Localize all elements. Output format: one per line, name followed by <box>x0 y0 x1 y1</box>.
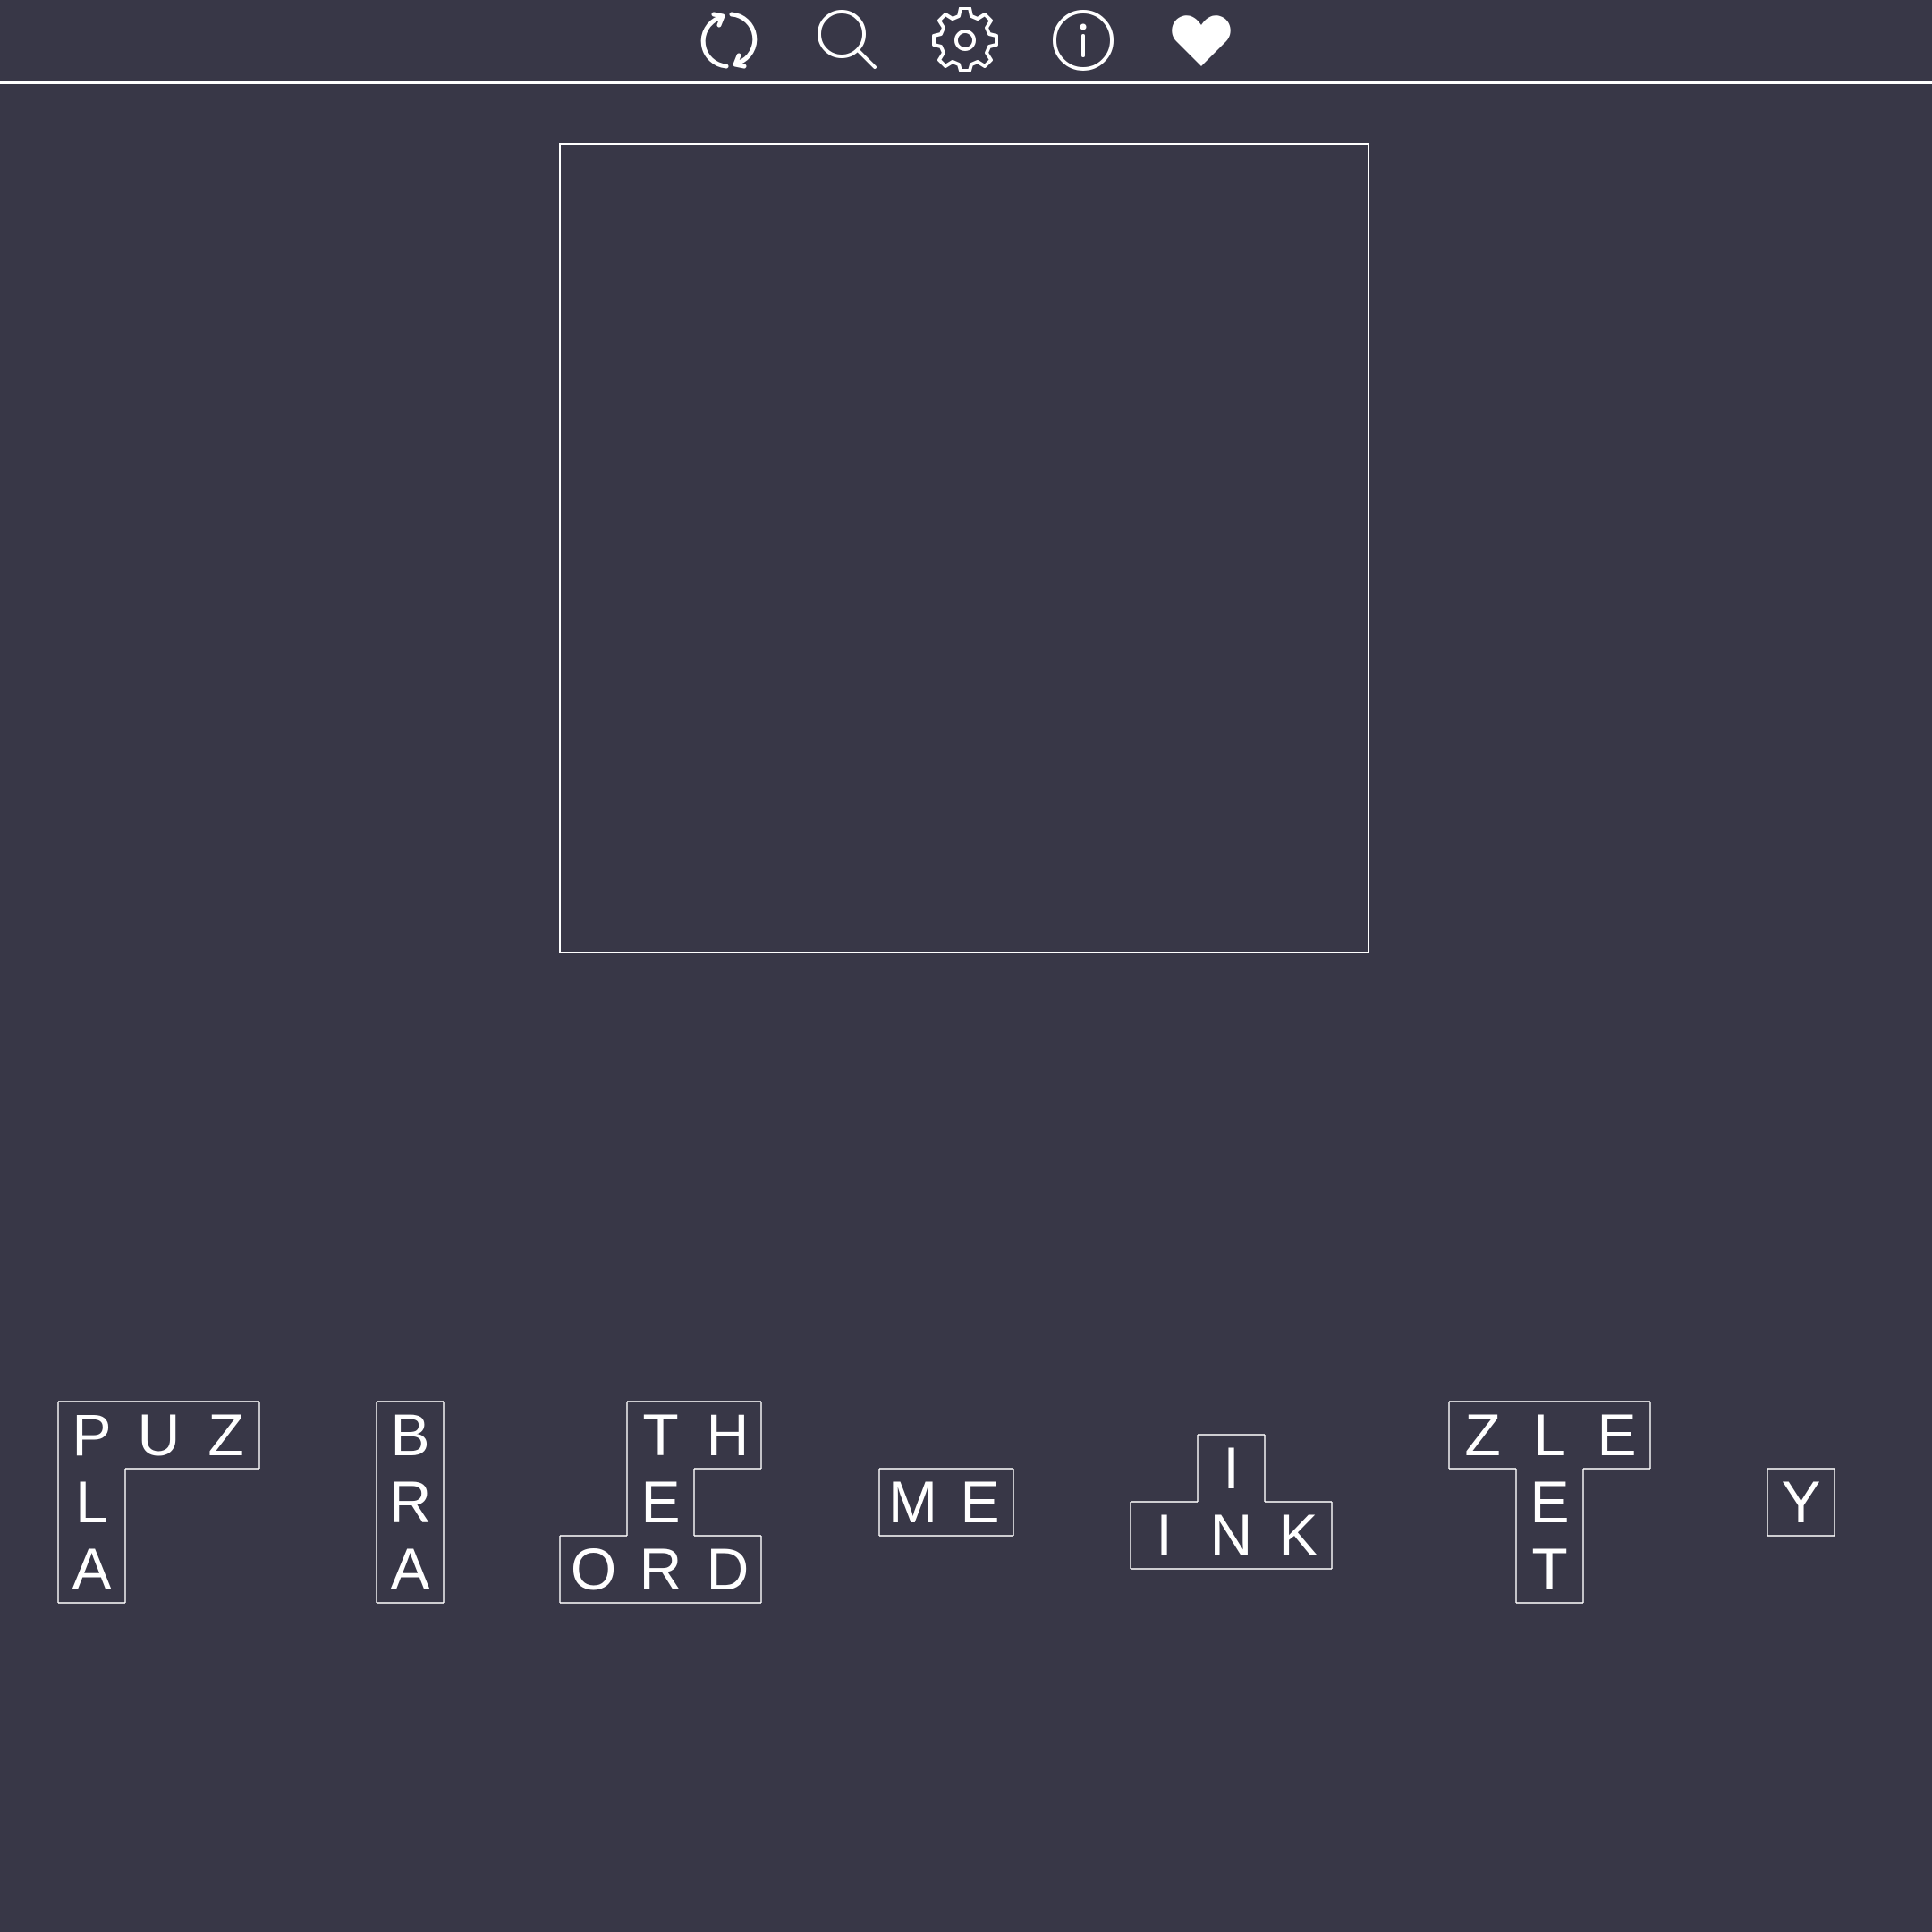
settings-button[interactable] <box>932 7 998 73</box>
puzzle-piece[interactable]: Y <box>1767 1468 1835 1537</box>
letter-tile: A <box>390 1536 430 1602</box>
letter-tile: I <box>1156 1502 1173 1568</box>
letter-tile: E <box>1597 1402 1637 1468</box>
gear-icon <box>932 7 998 72</box>
letter-tile: D <box>706 1536 750 1602</box>
letter-tile: Z <box>1464 1402 1501 1468</box>
letter-tile: M <box>888 1469 937 1535</box>
letter-tile: R <box>388 1469 432 1535</box>
heart-icon <box>1172 15 1231 66</box>
letter-tile: H <box>706 1402 750 1468</box>
letter-tile: I <box>1223 1435 1240 1501</box>
letter-tile: T <box>1531 1536 1568 1602</box>
letter-tile: R <box>639 1536 682 1602</box>
letter-tile: O <box>570 1536 617 1602</box>
puzzle-piece[interactable]: IINK <box>1130 1434 1333 1570</box>
letter-tile: E <box>640 1469 681 1535</box>
letter-tile: T <box>642 1402 679 1468</box>
favorite-button[interactable] <box>1168 7 1234 73</box>
puzzle-piece[interactable]: THEORD <box>559 1401 762 1604</box>
puzzle-board[interactable] <box>559 143 1369 953</box>
restart-icon <box>700 12 758 69</box>
letter-tile: K <box>1278 1502 1318 1568</box>
letter-tile: B <box>390 1402 430 1468</box>
letter-tile: L <box>1533 1402 1566 1468</box>
info-icon <box>1053 10 1114 71</box>
puzzle-piece[interactable]: ZLEET <box>1448 1401 1651 1604</box>
toolbar <box>0 0 1932 84</box>
letter-tile: N <box>1209 1502 1253 1568</box>
letter-tile: E <box>960 1469 1000 1535</box>
search-button[interactable] <box>814 7 880 73</box>
letter-tile: L <box>75 1469 108 1535</box>
puzzle-piece[interactable]: PUZ LA <box>57 1401 260 1604</box>
puzzle-piece[interactable]: BRA <box>376 1401 445 1604</box>
info-button[interactable] <box>1050 7 1116 73</box>
restart-button[interactable] <box>696 7 762 73</box>
letter-tile: U <box>137 1402 181 1468</box>
letter-tile: Y <box>1781 1469 1821 1535</box>
letter-tile: Z <box>208 1402 244 1468</box>
letter-tile: E <box>1530 1469 1570 1535</box>
puzzle-piece[interactable]: ME <box>878 1468 1014 1537</box>
letter-tile: A <box>72 1536 112 1602</box>
search-icon <box>818 10 877 69</box>
letter-tile: P <box>72 1402 112 1468</box>
